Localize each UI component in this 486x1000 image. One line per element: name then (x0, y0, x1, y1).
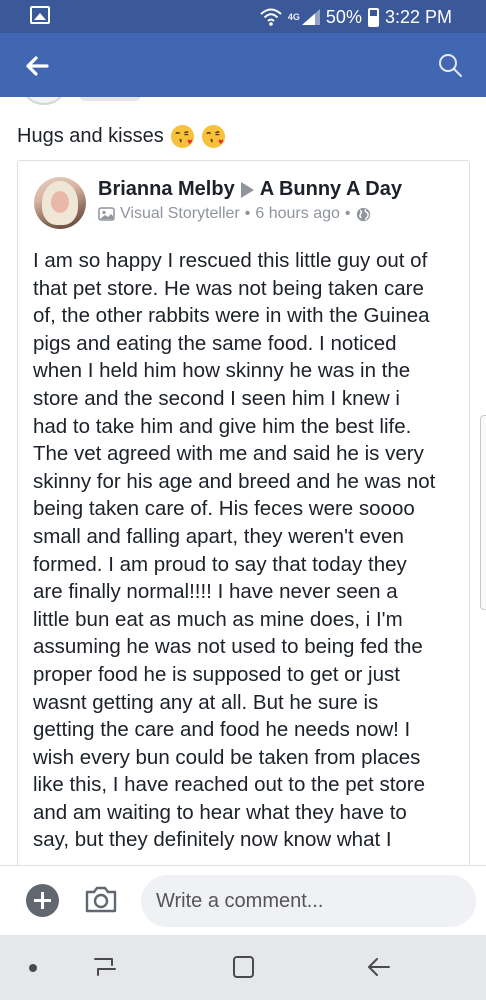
system-navigation-bar (0, 935, 486, 1000)
status-indicators: 4G 50% 3:22 PM (260, 6, 452, 28)
post-body: I am so happy I rescued this little guy … (33, 247, 463, 854)
gallery-notification-icon (30, 6, 50, 24)
post-body-line: wasnt getting any at all. But he sure is (33, 690, 379, 714)
post-body-line: that pet store. He was not being taken c… (33, 276, 424, 300)
post-body-line: getting the care and food he needs now! … (33, 718, 411, 742)
visual-storyteller-badge-icon (98, 207, 115, 221)
recent-apps-icon[interactable] (92, 953, 118, 981)
face-blowing-kiss-emoji (201, 124, 225, 149)
globe-icon (356, 207, 370, 221)
author-name[interactable]: Brianna Melby (98, 178, 235, 201)
nav-dot-icon[interactable] (29, 964, 37, 972)
add-attachment-button[interactable] (26, 884, 59, 917)
battery-icon (367, 7, 379, 27)
post-body-line: little bun eat as much as mine does, i I… (33, 607, 403, 631)
previous-comment-meta (80, 97, 140, 101)
status-bar: 4G 50% 3:22 PM (0, 0, 486, 33)
wifi-icon (260, 8, 282, 26)
avatar-face (51, 191, 69, 213)
post-body-line: formed. I am proud to say that today the… (33, 552, 407, 576)
post-body-line: skinny for his age and breed and he was … (33, 469, 436, 493)
post-body-line: like this, I have reached out to the pet… (33, 773, 426, 797)
home-icon[interactable] (230, 954, 256, 980)
signal-strength-icon (301, 9, 320, 25)
post-body-line: proper food he is supposed to get or jus… (33, 662, 400, 686)
author-avatar[interactable] (34, 177, 86, 229)
shared-post-card[interactable]: Brianna Melby A Bunny A Day Visual Story… (17, 160, 470, 865)
post-time[interactable]: 6 hours ago (255, 205, 340, 223)
comment-text-label: Hugs and kisses (17, 125, 164, 147)
post-content[interactable]: Hugs and kisses Brianna Melby A Bunny A … (0, 97, 486, 865)
post-body-line: had to take him and give him the best li… (33, 414, 412, 438)
post-body-line: The vet agreed with me and said he is ve… (33, 442, 424, 466)
play-arrow-icon (240, 181, 254, 198)
comment-input[interactable] (141, 875, 476, 927)
post-body-line: small and falling apart, they weren't ev… (33, 524, 404, 548)
face-blowing-kiss-emoji (170, 124, 194, 149)
post-body-line: assuming he was not used to being fed th… (33, 635, 423, 659)
meta-separator: • (344, 205, 351, 222)
post-body-line: are finally normal!!!! I have never seen… (33, 580, 398, 604)
camera-icon[interactable] (84, 884, 118, 914)
network-type: 4G (287, 12, 300, 22)
post-body-line: wish every bun could be taken from place… (33, 745, 421, 769)
target-page-name[interactable]: A Bunny A Day (260, 178, 402, 201)
clock: 3:22 PM (384, 6, 452, 27)
post-meta: Visual Storyteller • 6 hours ago • (98, 205, 371, 223)
comment-composer (0, 865, 486, 935)
comment-text: Hugs and kisses (17, 124, 226, 149)
post-body-line: when I held him how skinny he was in the (33, 359, 411, 383)
previous-comment-avatar (20, 97, 68, 105)
author-badge: Visual Storyteller (120, 205, 240, 222)
post-body-line: pigs and eating the same food. I noticed (33, 331, 397, 355)
post-body-line: store and the second I seen him I knew i (33, 386, 400, 410)
author-row: Brianna Melby A Bunny A Day (98, 178, 402, 201)
post-body-line: and am waiting to hear what they have to (33, 800, 407, 824)
post-body-line: of, the other rabbits were in with the G… (33, 304, 430, 328)
app-bar (0, 33, 486, 97)
scroll-indicator (480, 415, 486, 610)
post-body-line: being taken care of. His feces were sooo… (33, 497, 415, 521)
meta-separator: • (244, 205, 251, 222)
search-icon[interactable] (434, 49, 468, 83)
battery-percent: 50% (325, 6, 362, 27)
arrow-left-icon[interactable] (20, 49, 54, 83)
back-icon[interactable] (365, 954, 393, 980)
post-body-line: I am so happy I rescued this little guy … (33, 249, 428, 272)
post-body-line: say, but they definitely now know what I (33, 828, 392, 852)
